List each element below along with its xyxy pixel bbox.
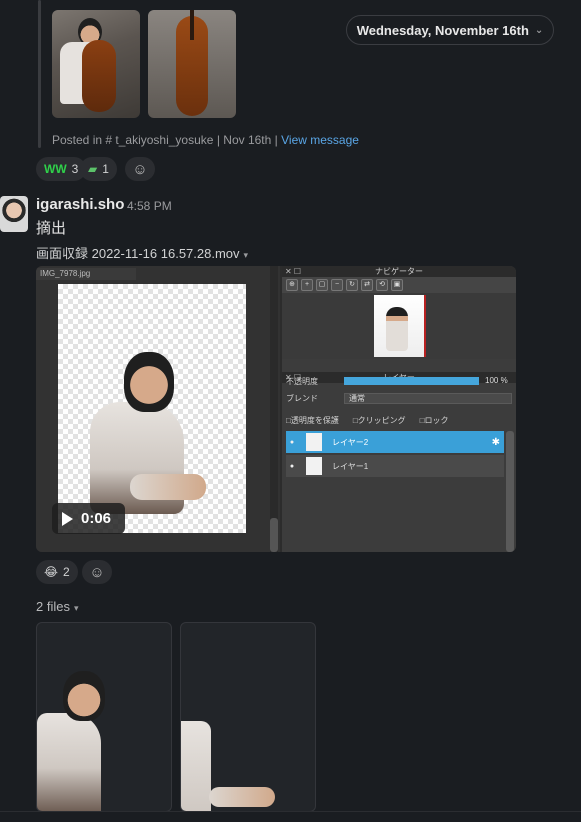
username[interactable]: igarashi.sho [36, 196, 124, 213]
person-arm [130, 474, 206, 500]
avatar[interactable] [0, 196, 28, 232]
zoom-icon: ⊕ [286, 279, 298, 291]
eye-icon: ● [289, 438, 295, 446]
add-reaction-button[interactable]: ☺ [82, 560, 112, 584]
image-thumbnail-cello[interactable] [148, 10, 236, 118]
reaction-count: 1 [102, 162, 109, 176]
reaction-count: 2 [63, 565, 70, 579]
opacity-value: 100 % [485, 376, 508, 385]
play-icon [62, 511, 73, 526]
channel-link[interactable]: # t_akiyoshi_yosuke [105, 133, 213, 147]
zoom-in-icon: + [301, 279, 313, 291]
add-reaction-button[interactable]: ☺ [125, 157, 155, 181]
reset-icon: ⟲ [376, 279, 388, 291]
play-button[interactable]: 0:06 [52, 503, 125, 534]
file-person-head [63, 671, 105, 721]
person-head [124, 352, 174, 412]
date-divider-button[interactable]: Wednesday, November 16th ⌄ [346, 15, 554, 45]
reaction-count: 3 [71, 162, 79, 176]
opacity-label: 不透明度 [286, 376, 318, 386]
posted-in-prefix: Posted in [52, 133, 103, 147]
reaction-joy[interactable]: 😂 2 [36, 560, 78, 584]
add-emoji-icon: ☺ [132, 160, 148, 178]
file-thumbnail-2[interactable] [180, 622, 316, 812]
separator: | [216, 133, 220, 147]
navigator-toolbar: ⊕ + ▢ − ↻ ⇄ ⟲ ▣ [282, 277, 516, 293]
message-text: 摘出 [36, 220, 67, 237]
canvas-scroll-thumb [270, 518, 278, 552]
file-person-body [181, 721, 211, 811]
caret-down-icon: ▾ [73, 603, 79, 613]
message-timestamp[interactable]: 4:58 PM [127, 199, 172, 213]
thread-indicator-line [38, 0, 41, 148]
date-divider-label: Wednesday, November 16th [356, 22, 529, 38]
fit-icon: ▢ [316, 279, 328, 291]
video-duration: 0:06 [81, 510, 112, 527]
opacity-slider [344, 377, 479, 385]
file-thumbnail-1[interactable] [36, 622, 172, 812]
attachment-title[interactable]: 画面収録 2022-11-16 16.57.28.mov ▾ [36, 243, 248, 262]
thread-date: Nov 16th [223, 133, 272, 147]
navigator-person [386, 307, 408, 351]
image-thumbnail-cellist[interactable] [52, 10, 140, 118]
thread-posted-info: Posted in # t_akiyoshi_yosuke | Nov 16th… [52, 133, 359, 147]
file-person-arm [209, 787, 275, 807]
lock-checkbox: □ロック [419, 416, 449, 425]
layer-scrollbar [506, 431, 514, 552]
reaction-ww[interactable]: WW 3 [36, 157, 87, 181]
view-message-link[interactable]: View message [281, 133, 359, 147]
ww-emoji-icon: WW [44, 162, 67, 176]
canvas-scrollbar [270, 266, 278, 552]
eye-icon: ● [289, 462, 295, 470]
joy-emoji-icon: 😂 [44, 565, 59, 579]
layer-name: レイヤー1 [332, 461, 369, 471]
files-toggle[interactable]: 2 files ▾ [36, 599, 79, 614]
clipping-checkbox: □クリッピング [352, 416, 406, 425]
navigator-image [374, 295, 426, 357]
close-icon: ✕ ☐ [285, 267, 302, 276]
lock-icon: ▣ [391, 279, 403, 291]
editor-side-panel: ✕ ☐ ナビゲーター ⊕ + ▢ − ↻ ⇄ ⟲ ▣ ✕ ☐ レイヤー 不透明度… [282, 266, 516, 552]
zoom-out-icon: − [331, 279, 343, 291]
canvas-tab: IMG_7978.jpg [36, 268, 136, 280]
files-count-label: 2 files [36, 599, 70, 614]
rotate-icon: ↻ [346, 279, 358, 291]
file-person-body [37, 713, 101, 811]
flip-icon: ⇄ [361, 279, 373, 291]
transparent-canvas [58, 284, 246, 533]
reaction-green-tag[interactable]: ▰ 1 [80, 157, 117, 181]
protect-alpha-checkbox: □透明度を保護 [286, 416, 339, 425]
layer-options: □透明度を保護 □クリッピング □ロック [286, 415, 449, 426]
add-emoji-icon: ☺ [89, 563, 105, 581]
green-tag-emoji-icon: ▰ [88, 162, 98, 176]
gear-icon: ✱ [491, 436, 500, 448]
layer-item-1: ● レイヤー1 [286, 455, 504, 477]
navigator-preview [282, 293, 516, 359]
blend-select: 通常 [344, 393, 512, 404]
chevron-down-icon: ⌄ [534, 24, 544, 36]
bottom-divider [0, 811, 581, 822]
layer-thumbnail [306, 433, 322, 451]
video-player[interactable]: IMG_7978.jpg ✕ ☐ ナビゲーター ⊕ + ▢ − ↻ ⇄ ⟲ ▣ [36, 266, 516, 552]
cello-shape [82, 40, 116, 112]
layer-name: レイヤー2 [332, 437, 369, 447]
layer-thumbnail [306, 457, 322, 475]
separator: | [274, 133, 278, 147]
navigator-title: ナビゲーター [375, 267, 423, 276]
attachment-name: 画面収録 2022-11-16 16.57.28.mov [36, 246, 240, 261]
navigator-header: ✕ ☐ ナビゲーター [282, 266, 516, 277]
cello-neck [190, 10, 194, 40]
layer-item-2: ● レイヤー2 ✱ [286, 431, 504, 453]
caret-down-icon: ▾ [243, 250, 249, 260]
blend-label: ブレンド [286, 393, 318, 403]
